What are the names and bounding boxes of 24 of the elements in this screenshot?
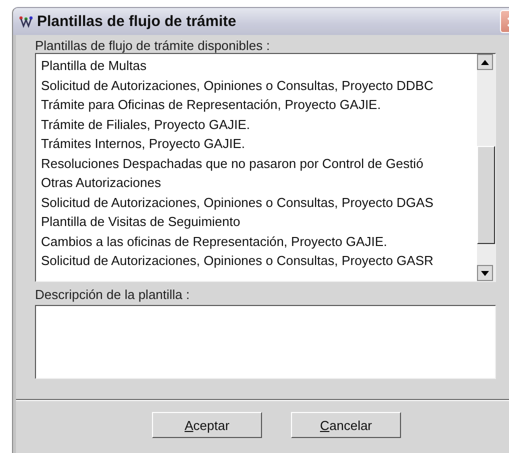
app-icon	[19, 16, 33, 28]
caret-down-icon	[481, 270, 489, 276]
caret-up-icon	[481, 60, 489, 64]
templates-label: Plantillas de flujo de trámite disponibles :	[35, 38, 271, 53]
list-item[interactable]: Otras Autorizaciones	[41, 173, 477, 192]
list-item[interactable]: Solicitud de Autorizaciones, Opiniones o Consultas, Proyecto GASR	[41, 251, 477, 270]
list-item[interactable]: Trámites Internos, Proyecto GAJIE.	[41, 134, 477, 154]
templates-list[interactable]	[35, 53, 496, 282]
list-item[interactable]: Solicitud de Autorizaciones, Opiniones o Consultas, Proyecto DDBC	[41, 76, 477, 95]
window-title: Plantillas de flujo de trámite	[37, 13, 236, 30]
list-item[interactable]: Cambios a las oficinas de Representación, Proyecto GAJIE.	[41, 232, 477, 251]
dialog-button[interactable]: Aceptar	[152, 412, 262, 438]
list-item[interactable]: Trámite de Filiales, Proyecto GAJIE.	[41, 114, 477, 134]
list-item[interactable]: Plantilla de Visitas de Seguimiento	[41, 212, 477, 232]
dialog-button[interactable]: Cancelar	[291, 412, 401, 438]
scroll-up-button[interactable]	[477, 54, 493, 70]
description-label: Descripción de la plantilla :	[35, 287, 191, 302]
scroll-down-button[interactable]	[477, 265, 493, 281]
list-item[interactable]: Plantilla de Multas	[41, 56, 477, 76]
description-field[interactable]	[35, 305, 496, 379]
list-item[interactable]: Solicitud de Autorizaciones, Opiniones o Consultas, Proyecto DGAS	[41, 192, 477, 212]
list-item[interactable]: Trámite para Oficinas de Representación, Proyecto GAJIE.	[41, 95, 477, 114]
scrollbar-thumb[interactable]	[477, 146, 495, 244]
list-item[interactable]: Resoluciones Despachadas que no pasaron por Control de Gestió	[41, 154, 477, 173]
